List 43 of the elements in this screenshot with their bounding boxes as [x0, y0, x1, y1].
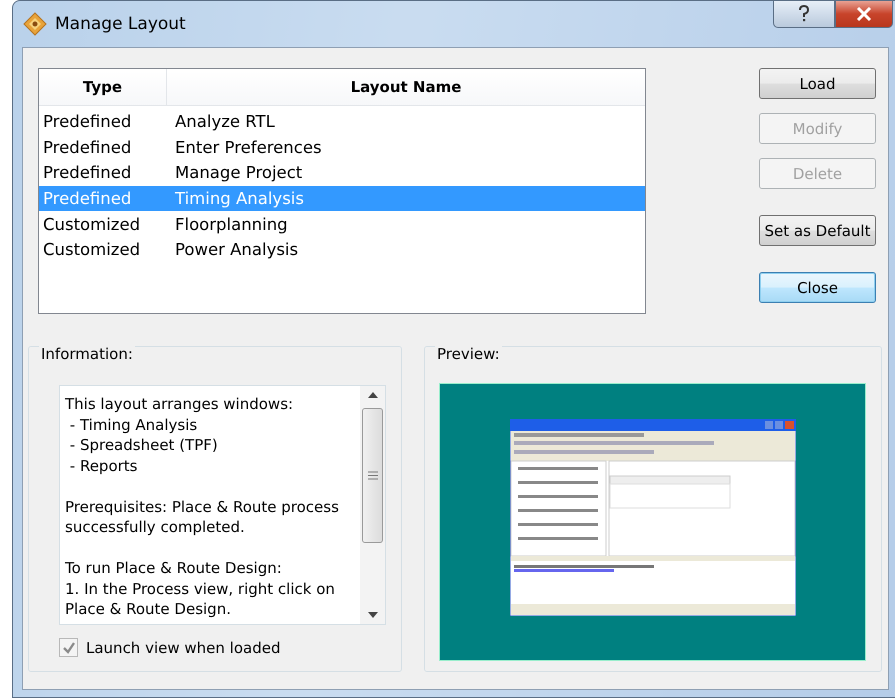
window-title: Manage Layout [55, 14, 186, 34]
table-row[interactable]: Predefined Manage Project [39, 160, 645, 186]
table-cell-text: Timing Analysis [174, 189, 304, 208]
table-cell-text: Predefined [42, 189, 132, 208]
information-line: successfully completed. [65, 517, 246, 538]
table-cell-text: Predefined [42, 163, 132, 182]
dialog-button[interactable]: Load [759, 68, 876, 99]
table-row[interactable]: Customized Power Analysis [39, 236, 645, 263]
help-button[interactable] [773, 1, 835, 28]
table-cell-text: Power Analysis [174, 240, 298, 260]
information-line: - Timing Analysis [68, 414, 198, 435]
diamond-logo-icon [23, 12, 47, 36]
help-icon [797, 5, 811, 23]
table-cell-text: Predefined [42, 112, 132, 132]
table-cell-text: Manage Project [174, 163, 302, 182]
table-row[interactable]: Predefined Enter Preferences [39, 134, 645, 160]
table-cell-text: Customized [42, 240, 142, 260]
information-line: - Reports [68, 456, 138, 476]
column-header[interactable]: Type [39, 69, 167, 105]
information-line: Place & Route Design. [65, 599, 232, 620]
information-line: - Spreadsheet (TPF) [68, 435, 219, 456]
table-row[interactable]: Predefined Analyze RTL [39, 109, 645, 135]
scrollbar-thumb[interactable] [362, 408, 383, 543]
checkbox-label: Launch view when loaded [86, 638, 280, 656]
scrollbar[interactable] [360, 386, 385, 624]
information-line: Prerequisites: Place & Route process [65, 496, 340, 517]
column-header[interactable]: Layout Name [167, 69, 645, 105]
dialog-button[interactable]: Set as Default [759, 215, 876, 246]
close-button[interactable] [835, 1, 893, 28]
table-cell-text: Predefined [42, 138, 132, 157]
scroll-down-icon[interactable] [368, 612, 378, 618]
scroll-up-icon[interactable] [368, 392, 378, 398]
dialog-button[interactable]: Close [759, 272, 876, 303]
table-cell-text: Enter Preferences [174, 138, 322, 157]
table-cell-text: Analyze RTL [174, 112, 275, 132]
information-line: 1. In the Process view, right click on [65, 578, 336, 599]
grip-icon [368, 471, 378, 480]
table-cell-text: Customized [42, 214, 142, 234]
information-line: To run Place & Route Design: [65, 558, 283, 578]
close-icon [856, 7, 872, 21]
table-row[interactable]: Customized Floorplanning [39, 211, 645, 237]
information-line: This layout arranges windows: [65, 394, 294, 414]
table-cell-text: Floorplanning [174, 214, 288, 234]
